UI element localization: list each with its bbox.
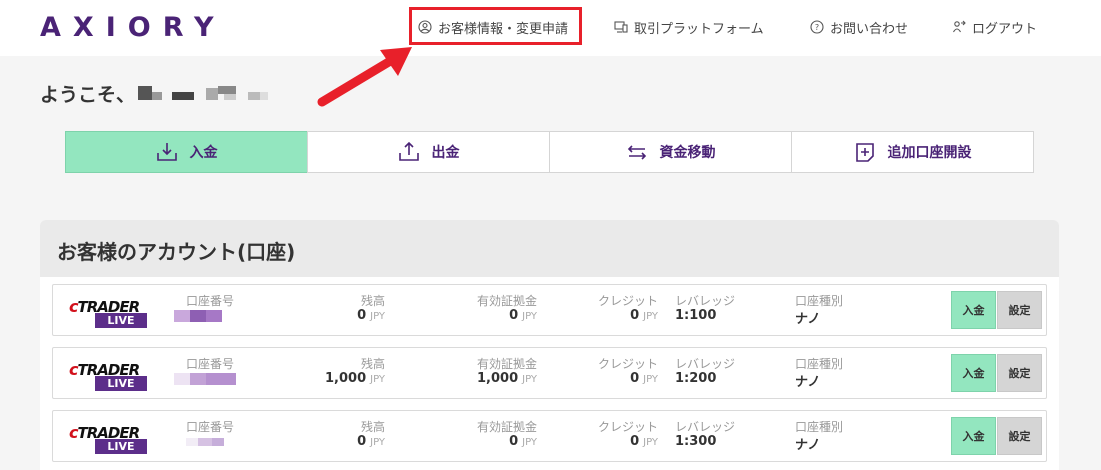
axiory-logo[interactable]: AXIORY [40, 12, 226, 43]
account-number-label: 口座番号 [186, 420, 235, 434]
deposit-button-label: 入金 [189, 145, 218, 161]
deposit-button[interactable]: 入金 [65, 131, 308, 173]
balance-value: 1,000 JPY [325, 371, 385, 386]
balance-label: 残高 [360, 357, 385, 371]
account-number-label: 口座番号 [186, 294, 235, 308]
credit-label: クレジット [597, 357, 658, 371]
transfer-button-label: 資金移動 [659, 145, 716, 161]
margin-label: 有効証拠金 [476, 357, 537, 371]
ctrader-logo: cTRADER LIVE [69, 356, 149, 392]
account-type-label: 口座種別 [795, 420, 844, 434]
account-type-label: 口座種別 [795, 357, 844, 371]
margin-label: 有効証拠金 [476, 294, 537, 308]
balance-label: 残高 [360, 420, 385, 434]
row-deposit-button[interactable]: 入金 [951, 291, 996, 329]
account-row: cTRADER LIVE 口座番号 残高 0 JPY 有効証拠金 0 JPY クレジ… [52, 284, 1047, 336]
question-circle-icon: ? [810, 20, 824, 34]
ctrader-logo: cTRADER LIVE [69, 419, 149, 455]
action-bar: 入金 出金 資金移動 追加口座開設 [65, 131, 1034, 173]
account-number-label: 口座番号 [186, 357, 235, 371]
nav-logout-label: ログアウト [972, 21, 1038, 37]
masked-account-number [186, 438, 224, 446]
logout-icon [953, 20, 966, 33]
balance-label: 残高 [360, 294, 385, 308]
account-row: cTRADER LIVE 口座番号 残高 0 JPY 有効証拠金 0 JPY クレジ… [52, 410, 1047, 462]
leverage-label: レバレッジ [675, 420, 736, 434]
nav-logout[interactable]: ログアウト [952, 17, 1037, 37]
download-tray-icon [156, 143, 177, 161]
upload-tray-icon [398, 141, 419, 161]
annotation-arrow [317, 47, 412, 107]
live-badge: LIVE [95, 439, 147, 454]
withdraw-button-label: 出金 [431, 145, 460, 161]
leverage-value: 1:200 [675, 371, 717, 386]
nav-contact-label: お問い合わせ [830, 21, 909, 37]
top-header: AXIORY お客様情報・変更申請 取引プラットフォーム ? お問い合わせ ログ… [0, 0, 1101, 56]
row-settings-button[interactable]: 設定 [997, 354, 1042, 392]
monitor-icon [614, 21, 628, 33]
row-settings-button[interactable]: 設定 [997, 417, 1042, 455]
nav-contact[interactable]: ? お問い合わせ [810, 17, 908, 37]
credit-value: 0 JPY [630, 434, 658, 449]
accounts-panel: お客様のアカウント(口座) cTRADER LIVE 口座番号 残高 0 JPY … [40, 220, 1059, 470]
live-badge: LIVE [95, 313, 147, 328]
welcome-text: ようこそ、 [40, 84, 136, 106]
account-row: cTRADER LIVE 口座番号 残高 1,000 JPY 有効証拠金 1,00… [52, 347, 1047, 399]
live-badge: LIVE [95, 376, 147, 391]
masked-account-number [174, 373, 236, 385]
transfer-button[interactable]: 資金移動 [549, 131, 792, 173]
svg-text:?: ? [815, 23, 819, 32]
row-deposit-button[interactable]: 入金 [951, 354, 996, 392]
leverage-value: 1:100 [675, 308, 717, 323]
transfer-arrows-icon [627, 145, 646, 160]
ctrader-logo: cTRADER LIVE [69, 293, 149, 329]
account-type-label: 口座種別 [795, 294, 844, 308]
account-type-value: ナノ [795, 375, 821, 390]
row-settings-button[interactable]: 設定 [997, 291, 1042, 329]
masked-username [138, 86, 268, 100]
nav-trading-platform-label: 取引プラットフォーム [634, 21, 764, 37]
credit-value: 0 JPY [630, 371, 658, 386]
balance-value: 0 JPY [357, 434, 385, 449]
account-type-value: ナノ [795, 312, 821, 327]
withdraw-button[interactable]: 出金 [307, 131, 550, 173]
open-account-button-label: 追加口座開設 [887, 145, 972, 161]
credit-label: クレジット [597, 420, 658, 434]
leverage-label: レバレッジ [675, 294, 736, 308]
leverage-value: 1:300 [675, 434, 717, 449]
leverage-label: レバレッジ [675, 357, 736, 371]
add-document-icon [855, 143, 874, 162]
row-deposit-button[interactable]: 入金 [951, 417, 996, 455]
margin-value: 0 JPY [509, 308, 537, 323]
balance-value: 0 JPY [357, 308, 385, 323]
margin-value: 0 JPY [509, 434, 537, 449]
account-type-value: ナノ [795, 438, 821, 453]
accounts-title: お客様のアカウント(口座) [40, 220, 1059, 277]
credit-label: クレジット [597, 294, 658, 308]
masked-account-number [174, 310, 222, 322]
open-account-button[interactable]: 追加口座開設 [791, 131, 1034, 173]
margin-value: 1,000 JPY [477, 371, 537, 386]
nav-trading-platform[interactable]: 取引プラットフォーム [614, 17, 764, 37]
credit-value: 0 JPY [630, 308, 658, 323]
margin-label: 有効証拠金 [476, 420, 537, 434]
